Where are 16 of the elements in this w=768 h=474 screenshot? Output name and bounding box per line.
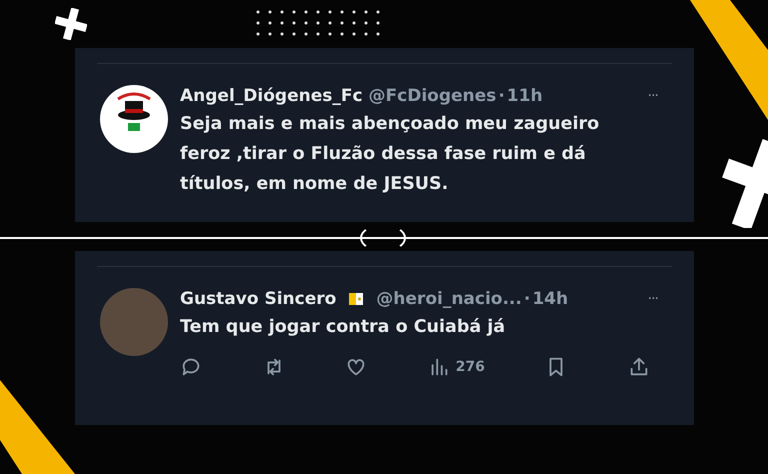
- plus-icon: [55, 8, 87, 40]
- user-handle[interactable]: @FcDiogenes: [368, 86, 496, 106]
- separator-dot: ·: [498, 86, 505, 106]
- display-name: Angel_Diógenes_Fc: [180, 86, 363, 106]
- separator-dot: ·: [524, 289, 530, 309]
- display-name: Gustavo Sincero: [180, 289, 336, 309]
- timestamp[interactable]: 14h: [532, 289, 568, 309]
- more-options-icon[interactable]: ···: [648, 88, 658, 104]
- more-options-icon[interactable]: ···: [648, 291, 658, 307]
- tweet-text: Seja mais e mais abençoado meu zagueiro feroz ,tirar o Fluzão dessa fase ruim e dá títulos, em nome de JESUS.: [180, 113, 600, 196]
- reply-icon[interactable]: [180, 356, 202, 378]
- user-handle[interactable]: @heroi_nacio...: [376, 289, 522, 309]
- views-count: 276: [456, 359, 485, 375]
- timestamp[interactable]: 11h: [506, 86, 543, 106]
- plus-icon: [722, 138, 768, 228]
- tweet-text: Tem que jogar contra o Cuiabá já: [180, 316, 506, 339]
